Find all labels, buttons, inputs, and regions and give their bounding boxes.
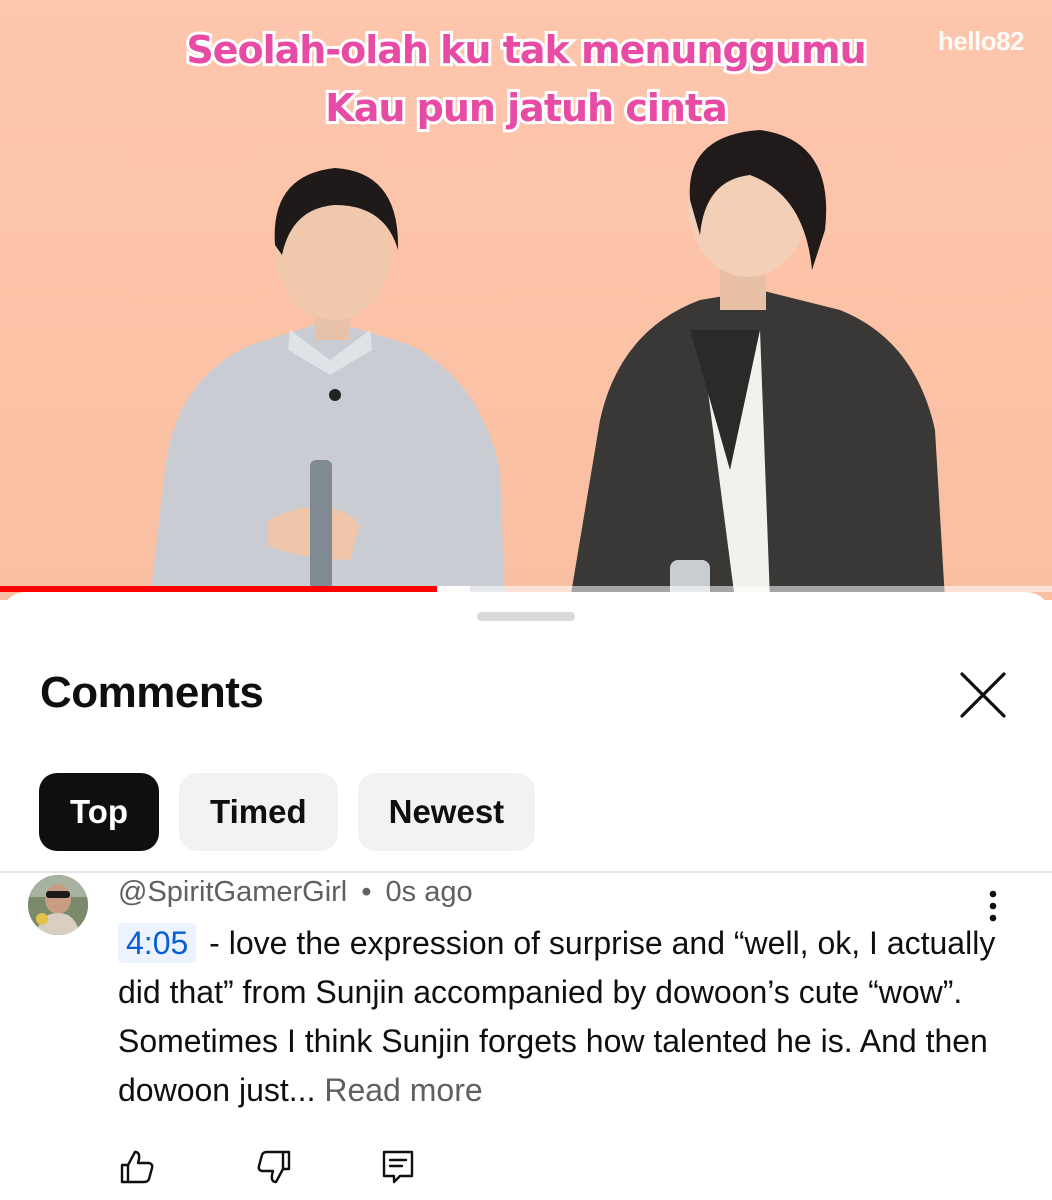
meta-separator: • [361, 876, 372, 908]
drag-handle[interactable] [477, 612, 575, 621]
close-icon[interactable] [954, 666, 1012, 724]
subtitle-line-1: Seolah-olah ku tak menunggumu [183, 25, 869, 75]
sort-tabs: Top Timed Newest [39, 773, 536, 851]
comment-time: 0s ago [385, 876, 473, 908]
thumbs-down-icon[interactable] [255, 1148, 293, 1186]
video-player[interactable]: Seolah-olah ku tak menunggumu Kau pun ja… [0, 0, 1052, 600]
comments-title: Comments [40, 668, 264, 717]
person-left [150, 168, 505, 600]
divider [0, 871, 1052, 873]
comments-sheet: Comments Top Timed Newest @SpiritGamerGi… [0, 592, 1052, 1200]
comment-meta: @SpiritGamerGirl • 0s ago [118, 876, 473, 909]
comment-body: 4:05 - love the expression of surprise a… [118, 919, 998, 1115]
reply-comment-icon[interactable] [380, 1148, 418, 1186]
comment-author[interactable]: @SpiritGamerGirl [118, 876, 347, 908]
avatar[interactable] [28, 875, 88, 935]
person-right [570, 130, 945, 600]
comment-text: - love the expression of surprise and “w… [118, 925, 996, 1108]
channel-watermark: hello82 [937, 26, 1025, 56]
tab-newest[interactable]: Newest [357, 773, 536, 851]
thumbs-up-icon[interactable] [118, 1148, 156, 1186]
read-more-link[interactable]: Read more [324, 1072, 482, 1108]
tab-timed[interactable]: Timed [179, 773, 338, 851]
subtitle-line-2: Kau pun jatuh cinta [322, 83, 731, 133]
timestamp-link[interactable]: 4:05 [118, 923, 197, 963]
tab-top[interactable]: Top [39, 773, 160, 851]
